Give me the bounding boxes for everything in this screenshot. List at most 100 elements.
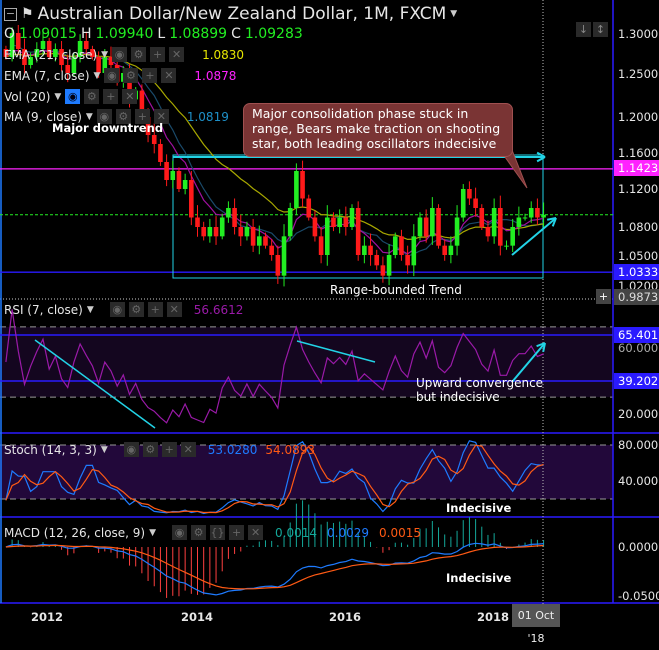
chevron-down-icon[interactable]: ▼: [54, 92, 61, 102]
stoch-tick: 80.0000: [618, 438, 659, 452]
plus-icon[interactable]: +: [596, 289, 611, 304]
candle: [368, 245, 373, 255]
gear-icon[interactable]: ⚙: [84, 89, 100, 104]
auto-scale-icon[interactable]: ↕: [593, 22, 608, 37]
rsi-value: 56.6612: [193, 302, 244, 317]
ema21-legend[interactable]: EMA (21, close) ▼ ◉ ⚙ + ✕ 1.0830: [4, 47, 244, 62]
chevron-down-icon[interactable]: ▼: [94, 71, 101, 81]
close-label: C: [231, 26, 241, 42]
candle: [213, 227, 219, 237]
macd-tick: 0.0000: [618, 540, 659, 554]
collapse-icon[interactable]: −: [4, 7, 17, 21]
close-icon[interactable]: ✕: [180, 442, 196, 457]
close-icon[interactable]: ✕: [169, 47, 185, 62]
candle: [287, 208, 293, 237]
macd-note: Indecisive: [446, 571, 512, 585]
candle: [349, 208, 355, 227]
candle: [430, 208, 435, 237]
chevron-down-icon[interactable]: ▼: [87, 305, 94, 315]
candle: [318, 236, 324, 255]
chevron-down-icon[interactable]: ▼: [101, 445, 108, 455]
gear-icon[interactable]: ⚙: [128, 302, 144, 317]
candle: [158, 144, 163, 162]
candle: [504, 245, 509, 247]
candle: [275, 255, 281, 276]
chevron-down-icon[interactable]: ▼: [101, 50, 108, 60]
gear-icon[interactable]: ⚙: [131, 47, 147, 62]
rsi-note-line1: Upward convergence: [416, 376, 544, 390]
candle: [337, 217, 342, 227]
gear-icon[interactable]: ⚙: [142, 442, 158, 457]
close-icon[interactable]: ✕: [161, 68, 177, 83]
candle: [362, 245, 367, 255]
candle: [189, 180, 194, 218]
eye-icon[interactable]: ◉: [172, 525, 188, 540]
gear-icon[interactable]: ⚙: [123, 68, 139, 83]
analysis-callout[interactable]: Major consolidation phase stuck in range…: [243, 103, 513, 157]
braces-icon[interactable]: {}: [210, 525, 226, 540]
candle: [467, 189, 472, 199]
vol-legend[interactable]: Vol (20) ▼ ◉ ⚙ + ✕: [4, 89, 138, 104]
low-label: L: [157, 26, 166, 42]
eye-icon[interactable]: ◉: [65, 89, 81, 104]
plus-icon[interactable]: +: [142, 68, 158, 83]
plus-icon[interactable]: +: [103, 89, 119, 104]
close-icon[interactable]: ✕: [122, 89, 138, 104]
candle: [510, 227, 515, 246]
eye-icon[interactable]: ◉: [123, 442, 139, 457]
close-icon[interactable]: ✕: [248, 525, 264, 540]
candle: [541, 214, 546, 218]
rsi-lower-tag: 39.2025: [614, 373, 659, 389]
ema7-legend[interactable]: EMA (7, close) ▼ ◉ ⚙ + ✕ 1.0878: [4, 68, 236, 83]
candle: [498, 208, 503, 246]
chevron-down-icon[interactable]: ▼: [149, 528, 156, 538]
candle: [294, 171, 299, 208]
plus-icon[interactable]: +: [229, 525, 245, 540]
stoch-legend[interactable]: Stoch (14, 3, 3) ▼ ◉ ⚙ + ✕ 53.0280 54.0893: [4, 442, 315, 457]
eye-icon[interactable]: ◉: [112, 47, 128, 62]
candle: [374, 255, 380, 266]
rsi-legend[interactable]: RSI (7, close) ▼ ◉ ⚙ + ✕ 56.6612: [4, 302, 243, 317]
range-label: Range-bounded Trend: [330, 283, 462, 297]
close-value: 1.09283: [244, 26, 303, 42]
candle: [263, 236, 268, 246]
stoch-k-value: 53.0280: [207, 442, 258, 457]
chevron-down-icon[interactable]: ▼: [86, 112, 93, 122]
price-tick: 1.30000: [618, 27, 659, 41]
stoch-d-value: 54.0893: [265, 442, 316, 457]
macd-tick: -0.0500: [618, 589, 659, 603]
candle: [522, 217, 528, 219]
gear-icon[interactable]: ⚙: [191, 525, 207, 540]
eye-icon[interactable]: ◉: [104, 68, 120, 83]
candle: [238, 227, 244, 237]
candle: [442, 245, 447, 255]
plus-icon[interactable]: +: [147, 302, 163, 317]
candle: [306, 198, 312, 218]
rsi-note-line2: but indecisive: [416, 390, 500, 404]
price-tick: 1.16000: [618, 146, 659, 160]
eye-icon[interactable]: ◉: [109, 302, 125, 317]
candle: [355, 208, 361, 255]
candle: [479, 208, 485, 227]
macd-legend[interactable]: MACD (12, 26, close, 9) ▼ ◉ ⚙{} + ✕ 0.0014 0…: [4, 525, 421, 540]
plus-icon[interactable]: +: [161, 442, 177, 457]
chart-title: Australian Dollar/New Zealand Dollar, 1M…: [37, 4, 447, 24]
ma9-value: 1.0819: [186, 109, 229, 124]
candle: [454, 217, 460, 246]
plus-icon[interactable]: +: [150, 47, 166, 62]
low-value: 1.08899: [169, 26, 228, 42]
candle: [281, 236, 287, 276]
close-icon[interactable]: ✕: [166, 302, 182, 317]
time-label: 2018: [477, 610, 510, 624]
flag-icon: ⚑: [21, 6, 34, 22]
candle: [380, 265, 386, 276]
candle: [535, 208, 540, 218]
stoch-note: Indecisive: [446, 501, 512, 515]
candle: [417, 217, 423, 237]
candle: [257, 236, 262, 246]
ema7-label: EMA (7, close): [4, 68, 90, 83]
scale-down-icon[interactable]: ↓: [576, 22, 591, 37]
price-tick: 1.12000: [618, 182, 659, 196]
chevron-down-icon[interactable]: ▼: [450, 9, 457, 19]
support-price-tag: 1.03336: [614, 264, 659, 280]
